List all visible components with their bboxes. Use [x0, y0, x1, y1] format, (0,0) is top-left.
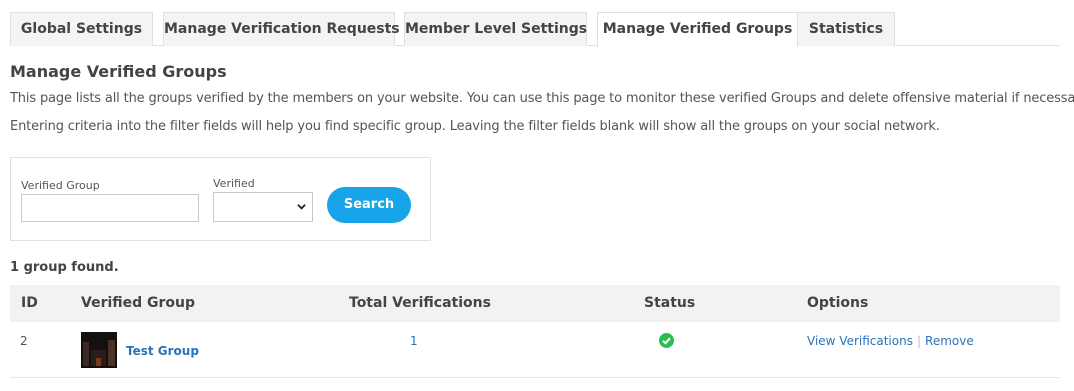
tab-global-settings[interactable]: Global Settings — [10, 12, 153, 46]
total-verifications-link[interactable]: 1 — [410, 334, 418, 348]
results-count: 1 group found. — [10, 260, 119, 275]
remove-link[interactable]: Remove — [925, 334, 974, 348]
view-verifications-link[interactable]: View Verifications — [807, 334, 913, 348]
tab-bar: Global Settings Manage Verification Requ… — [10, 0, 1060, 47]
verified-group-input[interactable] — [21, 194, 199, 222]
option-separator: | — [916, 334, 922, 348]
column-header-verified-group: Verified Group — [81, 295, 196, 311]
tab-manage-verified-groups[interactable]: Manage Verified Groups — [597, 12, 798, 47]
group-id: 2 — [20, 334, 28, 348]
search-button[interactable]: Search — [327, 187, 411, 223]
filter-form: Verified Group Verified Search — [10, 157, 431, 241]
group-photo-icon — [81, 332, 117, 368]
chevron-down-icon — [297, 204, 306, 210]
tab-member-level-settings[interactable]: Member Level Settings — [404, 12, 587, 46]
page-title: Manage Verified Groups — [10, 62, 227, 81]
verified-status-icon — [659, 333, 674, 348]
row-options: View Verifications | Remove — [807, 334, 974, 348]
verified-group-label: Verified Group — [21, 179, 100, 192]
group-name-link[interactable]: Test Group — [126, 344, 199, 358]
tab-statistics[interactable]: Statistics — [797, 12, 895, 46]
table-row: 2 Test Group 1 View Verifications | Remove — [10, 322, 1060, 378]
tab-manage-verification-requests[interactable]: Manage Verification Requests — [163, 12, 400, 46]
filter-help-text: Entering criteria into the filter fields… — [10, 119, 940, 134]
verified-select[interactable] — [213, 192, 313, 222]
table-header: ID Verified Group Total Verifications St… — [10, 285, 1060, 322]
column-header-status: Status — [644, 295, 696, 311]
checkmark-icon — [662, 337, 671, 345]
column-header-options: Options — [807, 295, 869, 311]
group-thumbnail[interactable] — [81, 332, 117, 368]
verified-label: Verified — [213, 177, 255, 190]
column-header-id: ID — [21, 295, 38, 311]
page-description: This page lists all the groups verified … — [10, 91, 1074, 106]
column-header-total-verifications: Total Verifications — [349, 295, 491, 311]
